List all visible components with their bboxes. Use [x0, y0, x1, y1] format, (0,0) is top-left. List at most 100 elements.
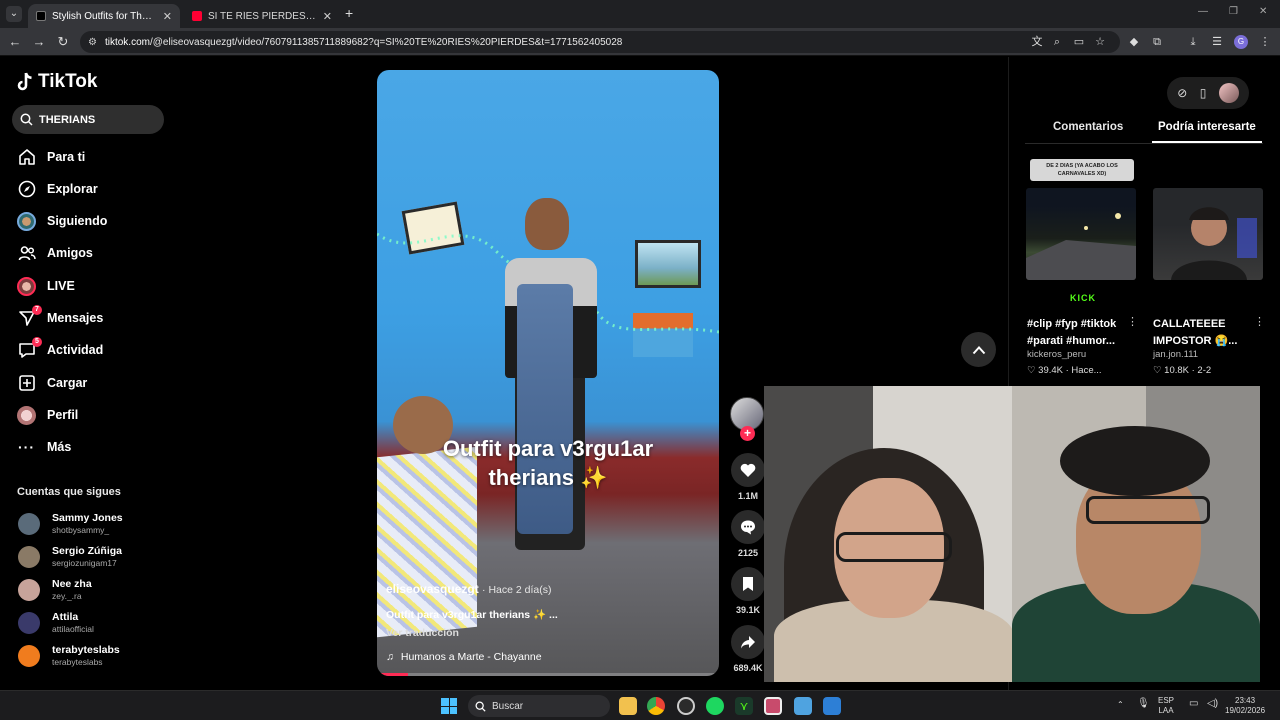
video-description[interactable]: Outfit para v3rgu1ar therians ✨ ... [386, 608, 558, 621]
following-section-title: Cuentas que sigues [17, 486, 121, 498]
browser-tab-active[interactable]: Stylish Outfits for Therians: A G ✕ [28, 4, 180, 28]
app-icon[interactable] [823, 697, 841, 715]
download-icon[interactable]: ⤓ [1186, 35, 1200, 49]
video-progress-bar[interactable] [377, 673, 719, 676]
close-tab-icon[interactable]: ✕ [163, 10, 172, 23]
address-bar[interactable]: ⚙ tiktok.com/@eliseovasquezgt/video/7607… [80, 31, 1120, 53]
card-title[interactable]: #clip #fyp #tiktok #parati #humor... [1027, 316, 1137, 350]
spotify-icon[interactable] [706, 697, 724, 715]
account-avatar [18, 612, 40, 634]
extensions-puzzle-icon[interactable]: ⧉ [1150, 35, 1164, 49]
notepad-icon[interactable] [794, 697, 812, 715]
tab-search-button[interactable]: ⌄ [6, 6, 22, 22]
close-window-icon[interactable]: ✕ [1259, 6, 1267, 17]
video-thumbnail[interactable] [1153, 188, 1263, 280]
video-player[interactable]: Outfit para v3rgu1ar therians ✨ eliseova… [377, 70, 719, 676]
share-count: 689.4K [733, 663, 763, 673]
nav-perfil[interactable]: Perfil [0, 402, 180, 428]
minimize-window-icon[interactable]: — [1198, 6, 1208, 17]
tab-title: Stylish Outfits for Therians: A G [52, 10, 157, 22]
back-arrow-icon[interactable]: ← [7, 34, 23, 49]
share-button[interactable]: 689.4K [731, 625, 765, 673]
comment-count: 2125 [737, 548, 759, 558]
search-input[interactable]: THERIANS [12, 105, 164, 134]
tiktok-logo[interactable]: TikTok [16, 71, 97, 93]
nav-cargar[interactable]: Cargar [0, 370, 180, 396]
nav-live[interactable]: LIVE [0, 273, 180, 299]
heart-outline-icon: ♡ [1153, 365, 1165, 376]
like-button[interactable]: 1.1M [731, 453, 765, 501]
close-tab-icon[interactable]: ✕ [323, 10, 332, 23]
kebab-menu-icon[interactable]: ⋮ [1127, 315, 1138, 328]
upload-icon [17, 374, 36, 393]
new-tab-button[interactable]: + [345, 5, 353, 21]
followed-account[interactable]: Sammy Jones shotbysammy_ [18, 509, 178, 539]
card-author[interactable]: kickeros_peru [1027, 349, 1086, 360]
clock[interactable]: 23:43 19/02/2026 [1225, 696, 1265, 716]
video-author[interactable]: eliseovasquezgt · Hace 2 día(s) [386, 582, 552, 596]
heart-outline-icon: ♡ [1027, 365, 1039, 376]
network-icon[interactable]: ▭ [1189, 699, 1198, 709]
tab-podria-interesarte[interactable]: Podría interesarte [1158, 121, 1256, 133]
followed-account[interactable]: Sergio Zúñiga sergiozunigam17 [18, 542, 178, 572]
windows-taskbar: Buscar ⋎ ⌃ 🎙 ESP LAA ▭ ◁) 23:43 19/02/20… [0, 690, 1280, 720]
profile-avatar-icon[interactable]: G [1234, 35, 1248, 49]
tab-comentarios[interactable]: Comentarios [1053, 121, 1123, 133]
like-count: 1.1M [737, 491, 758, 501]
nav-mensajes[interactable]: 7 Mensajes [0, 304, 180, 331]
translate-icon[interactable]: 文 [1030, 35, 1044, 49]
kebab-menu-icon[interactable]: ⋮ [1254, 315, 1265, 328]
card-title[interactable]: CALLATEEEE IMPOSTOR 😭... [1153, 316, 1263, 350]
video-overlay-caption: Outfit para v3rgu1ar therians ✨ [442, 436, 654, 490]
site-info-icon[interactable]: ⚙ [88, 37, 97, 48]
reload-icon[interactable]: ↻ [55, 34, 71, 50]
url-text: tiktok.com/@eliseovasquezgt/video/760791… [104, 36, 623, 48]
user-avatar[interactable] [1218, 83, 1239, 103]
see-translation-link[interactable]: Ver traducción [386, 627, 459, 639]
webcam-overlay [764, 386, 1260, 682]
kick-watermark: KICK [1070, 293, 1096, 303]
follow-plus-button[interactable]: + [740, 426, 755, 441]
nav-actividad[interactable]: 5 Actividad [0, 336, 180, 363]
taskbar-search[interactable]: Buscar [468, 695, 610, 717]
app-icon-active[interactable] [764, 697, 782, 715]
nav-amigos[interactable]: Amigos [0, 240, 180, 266]
restore-window-icon[interactable]: ❐ [1229, 6, 1238, 17]
nav-mas[interactable]: ··· Más [0, 434, 180, 460]
extension-diamond-icon[interactable]: ◆ [1127, 35, 1141, 49]
reading-list-icon[interactable]: ☰ [1210, 35, 1224, 49]
chevron-up-icon[interactable]: ⌃ [1117, 700, 1124, 710]
compass-icon[interactable]: ⊘ [1177, 86, 1187, 100]
save-button[interactable]: 39.1K [731, 567, 765, 615]
volume-icon[interactable]: ◁) [1207, 699, 1218, 709]
followed-account[interactable]: Attila attilaofficial [18, 608, 178, 638]
followed-account[interactable]: terabyteslabs terabyteslabs [18, 641, 178, 671]
file-explorer-icon[interactable] [619, 697, 637, 715]
zoom-icon[interactable]: ⌕ [1050, 35, 1064, 49]
logo-text: TikTok [38, 71, 98, 92]
browser-tab-youtube[interactable]: SI TE RÍES PIERDES NIVEL DIOS ✕ [184, 4, 340, 28]
nav-siguiendo[interactable]: Siguiendo [0, 208, 180, 234]
mobile-device-icon[interactable]: ▯ [1200, 86, 1207, 100]
nav-explorar[interactable]: Explorar [0, 176, 180, 202]
video-thumbnail[interactable] [1026, 188, 1136, 280]
nav-para-ti[interactable]: Para ti [0, 144, 180, 170]
card-author[interactable]: jan.jon.111 [1153, 349, 1198, 360]
comment-button[interactable]: 2125 [731, 510, 765, 558]
previous-video-button[interactable] [961, 332, 996, 367]
settings-app-icon[interactable] [677, 697, 695, 715]
chrome-icon[interactable] [647, 697, 665, 715]
forward-arrow-icon[interactable]: → [31, 34, 47, 49]
bookmark-star-icon[interactable]: ☆ [1093, 35, 1107, 49]
language-indicator[interactable]: ESP LAA [1158, 696, 1174, 716]
account-avatar [18, 645, 40, 667]
microphone-icon[interactable]: 🎙 [1137, 699, 1150, 709]
profile-avatar [17, 405, 36, 425]
cast-icon[interactable]: ▭ [1072, 35, 1086, 49]
kebab-menu-icon[interactable]: ⋮ [1258, 35, 1272, 49]
video-music[interactable]: ♫ Humanos a Marte - Chayanne [386, 651, 542, 663]
followed-account[interactable]: Nee zha zey._.ra [18, 575, 178, 605]
app-icon[interactable]: ⋎ [735, 697, 753, 715]
windows-start-icon[interactable] [441, 698, 457, 714]
following-avatar [17, 211, 36, 231]
